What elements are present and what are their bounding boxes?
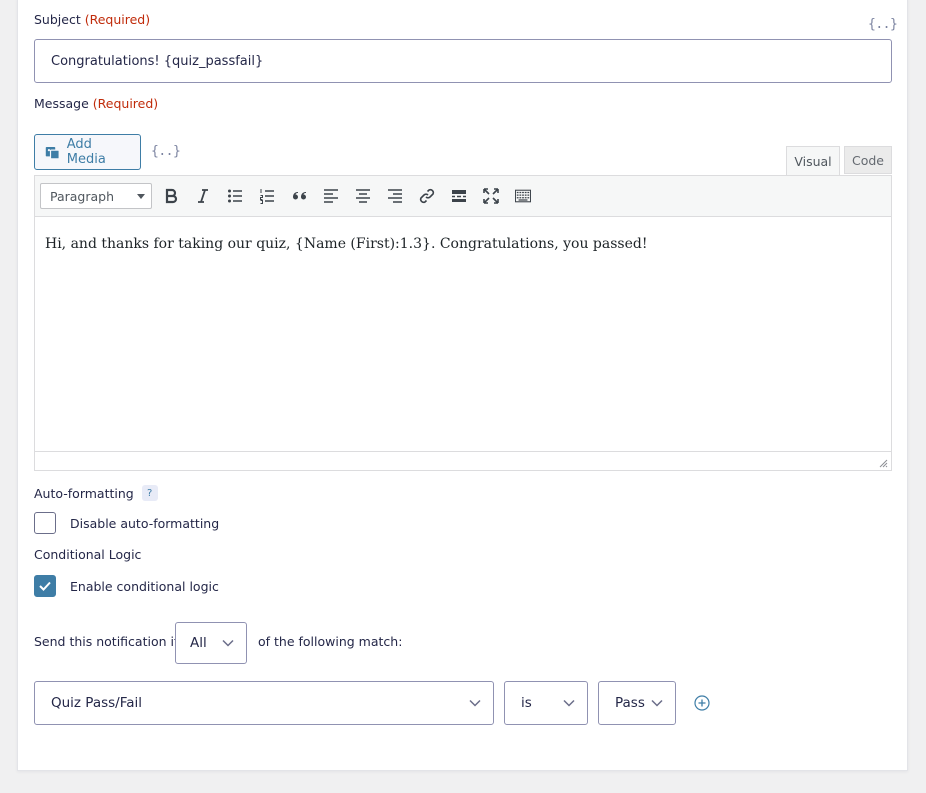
editor-statusbar-divider (35, 451, 891, 452)
align-center-icon[interactable] (351, 184, 375, 208)
rule-field-value: Quiz Pass/Fail (51, 695, 143, 711)
message-label: Message (Required) (34, 96, 158, 111)
conditional-sentence-prefix: Send this notification if (34, 634, 179, 649)
toolbar-buttons (159, 184, 535, 208)
disable-auto-formatting-option[interactable]: Disable auto-formatting (34, 512, 219, 534)
subject-label: Subject (Required) (34, 12, 150, 27)
align-right-icon[interactable] (383, 184, 407, 208)
match-type-select[interactable]: All (175, 622, 247, 664)
subject-input[interactable]: Congratulations! {quiz_passfail} (34, 39, 892, 83)
message-editor[interactable]: Hi, and thanks for taking our quiz, {Nam… (34, 217, 892, 471)
add-media-button[interactable]: Add Media (34, 134, 141, 170)
message-required-indicator: (Required) (92, 96, 159, 111)
rule-value-select[interactable]: Pass (598, 681, 676, 725)
rule-value-value: Pass (615, 695, 645, 711)
subject-required-indicator: (Required) (84, 12, 151, 27)
message-label-text: Message (34, 96, 89, 111)
add-media-icon (45, 146, 60, 159)
disable-auto-formatting-label: Disable auto-formatting (70, 515, 220, 531)
fullscreen-icon[interactable] (479, 184, 503, 208)
rule-operator-select[interactable]: is (504, 681, 588, 725)
chevron-down-icon (651, 699, 663, 707)
bullet-list-icon[interactable] (223, 184, 247, 208)
caret-down-icon (137, 193, 145, 199)
notification-settings-card: Subject (Required) {..} Congratulations!… (17, 0, 908, 771)
enable-conditional-logic-label: Enable conditional logic (70, 578, 219, 594)
toolbar-toggle-icon[interactable] (511, 184, 535, 208)
conditional-sentence-suffix: of the following match: (258, 634, 403, 649)
enable-conditional-logic-option[interactable]: Enable conditional logic (34, 575, 219, 597)
tab-visual[interactable]: Visual (786, 146, 840, 176)
conditional-logic-label: Conditional Logic (34, 547, 142, 562)
subject-input-value: Congratulations! {quiz_passfail} (51, 53, 264, 69)
format-select-value: Paragraph (50, 188, 115, 204)
rule-field-select[interactable]: Quiz Pass/Fail (34, 681, 494, 725)
enable-conditional-logic-checkbox[interactable] (34, 575, 56, 597)
checkmark-icon (39, 581, 51, 591)
align-left-icon[interactable] (319, 184, 343, 208)
match-type-value: All (190, 635, 207, 651)
bold-icon[interactable] (159, 184, 183, 208)
auto-formatting-label-text: Auto-formatting (34, 485, 134, 501)
chevron-down-icon (469, 699, 481, 707)
numbered-list-icon[interactable] (255, 184, 279, 208)
auto-formatting-label: Auto-formatting ? (34, 485, 158, 501)
format-select[interactable]: Paragraph (40, 183, 152, 209)
rule-operator-value: is (521, 695, 532, 711)
italic-icon[interactable] (191, 184, 215, 208)
subject-merge-tag-button[interactable]: {..} (868, 17, 898, 32)
link-icon[interactable] (415, 184, 439, 208)
disable-auto-formatting-checkbox[interactable] (34, 512, 56, 534)
chevron-down-icon (222, 639, 234, 647)
subject-label-text: Subject (34, 12, 81, 27)
resize-handle-icon[interactable] (879, 459, 888, 468)
help-icon[interactable]: ? (141, 485, 158, 501)
editor-toolbar: Paragraph (34, 175, 892, 217)
read-more-icon[interactable] (447, 184, 471, 208)
add-rule-icon[interactable] (694, 695, 710, 711)
message-body-text: Hi, and thanks for taking our quiz, {Nam… (45, 236, 648, 252)
chevron-down-icon (563, 699, 575, 707)
message-merge-tag-button[interactable]: {..} (151, 144, 181, 159)
blockquote-icon[interactable] (287, 184, 311, 208)
tab-code[interactable]: Code (844, 146, 892, 174)
add-media-label: Add Media (66, 137, 106, 167)
